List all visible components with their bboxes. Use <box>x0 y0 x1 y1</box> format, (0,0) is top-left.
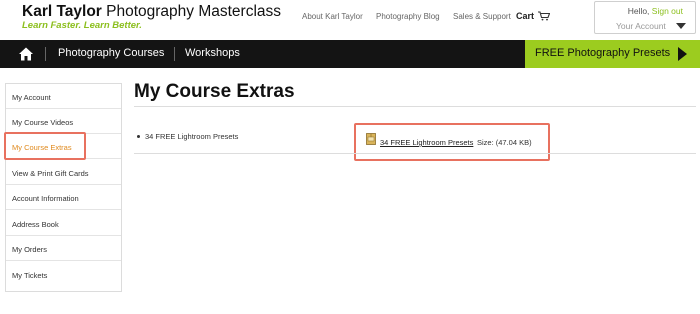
extra-item-name: 34 FREE Lightroom Presets <box>145 132 239 141</box>
nav-workshops[interactable]: Workshops <box>185 47 240 59</box>
sidebar-item-account-information[interactable]: Account Information <box>6 185 121 210</box>
sign-out-link[interactable]: Sign out <box>652 6 683 16</box>
home-icon[interactable] <box>18 46 34 62</box>
highlight-box-download <box>354 123 550 161</box>
nav-divider <box>174 47 175 61</box>
nav-photography-courses[interactable]: Photography Courses <box>58 47 164 59</box>
site-logo[interactable]: Karl Taylor Photography Masterclass Lear… <box>22 4 281 32</box>
your-account-label: Your Account <box>616 21 666 31</box>
nav-divider <box>45 47 46 61</box>
sidebar-item-address-book[interactable]: Address Book <box>6 211 121 236</box>
logo-title: Karl Taylor Photography Masterclass <box>22 4 281 20</box>
row-divider <box>134 153 696 154</box>
site-header: Karl Taylor Photography Masterclass Lear… <box>0 0 700 40</box>
greeting: Hello, Sign out <box>628 6 683 16</box>
page-title: My Course Extras <box>134 81 295 102</box>
title-divider <box>134 106 696 107</box>
highlight-box-sidebar <box>4 132 86 160</box>
free-presets-button[interactable]: FREE Photography Presets <box>525 40 700 68</box>
link-support[interactable]: Sales & Support <box>453 12 511 21</box>
hello-text: Hello, <box>627 6 650 16</box>
logo-name-bold: Karl Taylor <box>22 3 102 20</box>
link-blog[interactable]: Photography Blog <box>376 12 440 21</box>
free-presets-label: FREE Photography Presets <box>535 47 671 59</box>
link-about[interactable]: About Karl Taylor <box>302 12 363 21</box>
cart-icon[interactable] <box>538 11 550 21</box>
chevron-down-icon <box>676 23 686 29</box>
sidebar-item-my-tickets[interactable]: My Tickets <box>6 262 121 287</box>
sidebar-item-gift-cards[interactable]: View & Print Gift Cards <box>6 160 121 185</box>
sidebar-item-my-orders[interactable]: My Orders <box>6 236 121 261</box>
account-dropdown[interactable]: Hello, Sign out Your Account <box>594 1 696 34</box>
logo-name-rest: Photography Masterclass <box>106 3 282 20</box>
sidebar-item-my-course-videos[interactable]: My Course Videos <box>6 109 121 134</box>
list-bullet <box>137 135 140 138</box>
account-sidebar: My Account My Course Videos My Course Ex… <box>5 83 122 292</box>
play-arrow-icon <box>678 47 687 61</box>
logo-tagline: Learn Faster. Learn Better. <box>22 20 142 31</box>
sidebar-item-my-account[interactable]: My Account <box>6 84 121 109</box>
cart-link[interactable]: Cart <box>516 11 534 21</box>
